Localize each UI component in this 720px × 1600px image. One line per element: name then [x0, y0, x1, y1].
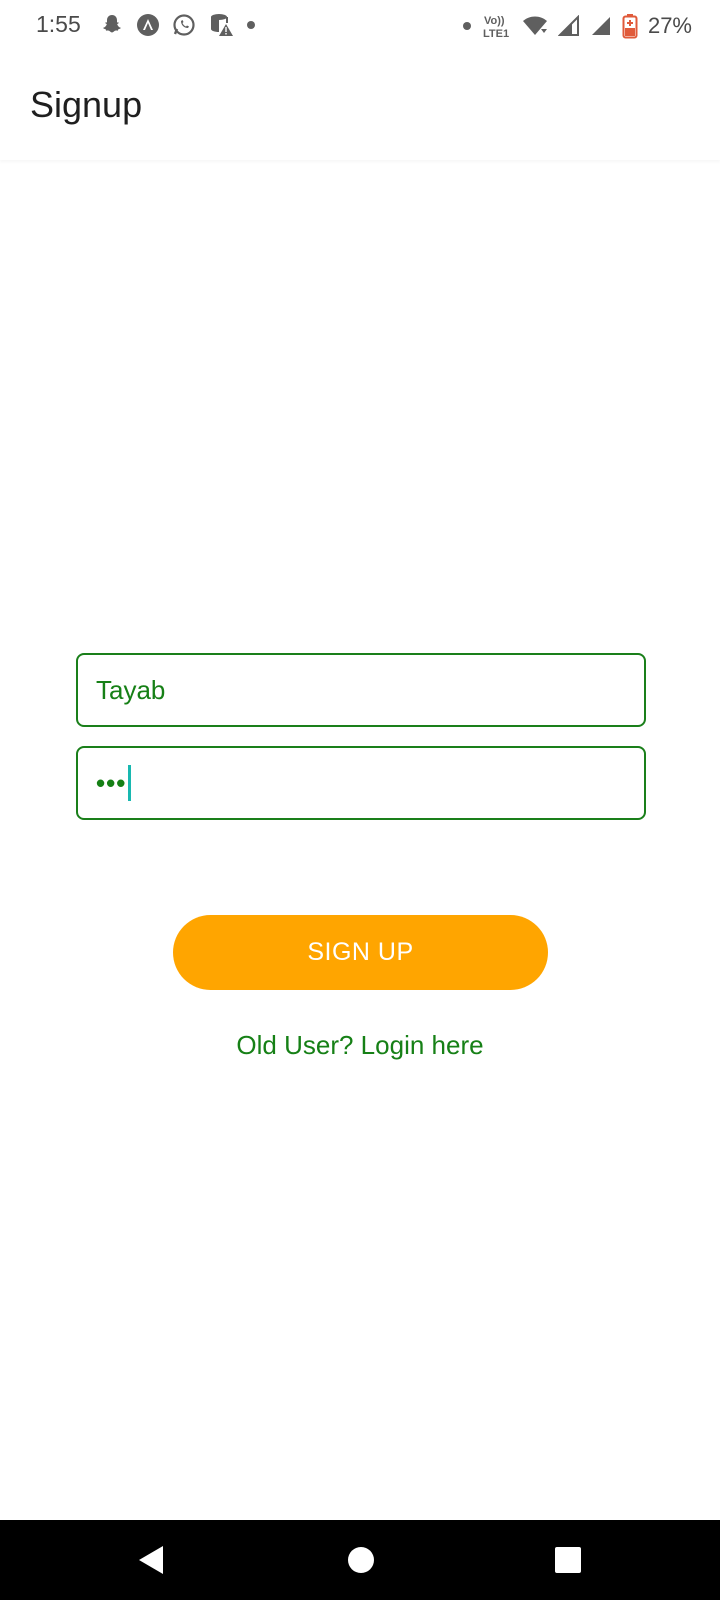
status-time: 1:55 [36, 11, 81, 37]
battery-percent: 27% [647, 13, 692, 38]
whatsapp-icon [172, 13, 196, 37]
dot-icon [246, 20, 256, 30]
home-icon[interactable] [341, 1540, 381, 1580]
username-field[interactable]: Tayab [76, 653, 646, 727]
status-bar: 1:55 Vo)) LTE1 27% [0, 0, 720, 54]
snapchat-icon [100, 13, 124, 37]
text-cursor [128, 765, 132, 801]
navigation-app-icon [136, 13, 160, 37]
recents-icon[interactable] [548, 1540, 588, 1580]
dot-icon [462, 21, 472, 31]
status-left-icons [100, 12, 256, 38]
wifi-icon [522, 15, 548, 37]
status-right-icons: Vo)) LTE1 27% [462, 12, 692, 40]
username-value: Tayab [96, 674, 166, 705]
login-link[interactable]: Old User? Login here [0, 1030, 720, 1061]
database-warning-icon [208, 12, 234, 38]
battery-icon [622, 13, 638, 39]
volte-lte-icon: Vo)) LTE1 [482, 12, 512, 40]
password-field[interactable]: ••• [76, 746, 646, 820]
back-icon[interactable] [131, 1540, 171, 1580]
signal-icon [590, 15, 612, 37]
svg-text:Vo)): Vo)) [484, 15, 505, 27]
signup-button[interactable]: SIGN UP [173, 915, 548, 990]
app-bar: Signup [0, 54, 720, 160]
navigation-bar [0, 1520, 720, 1600]
page-title: Signup [30, 84, 143, 125]
password-masked-value: ••• [96, 767, 127, 798]
signal-icon [557, 15, 580, 37]
svg-text:LTE1: LTE1 [483, 28, 509, 40]
